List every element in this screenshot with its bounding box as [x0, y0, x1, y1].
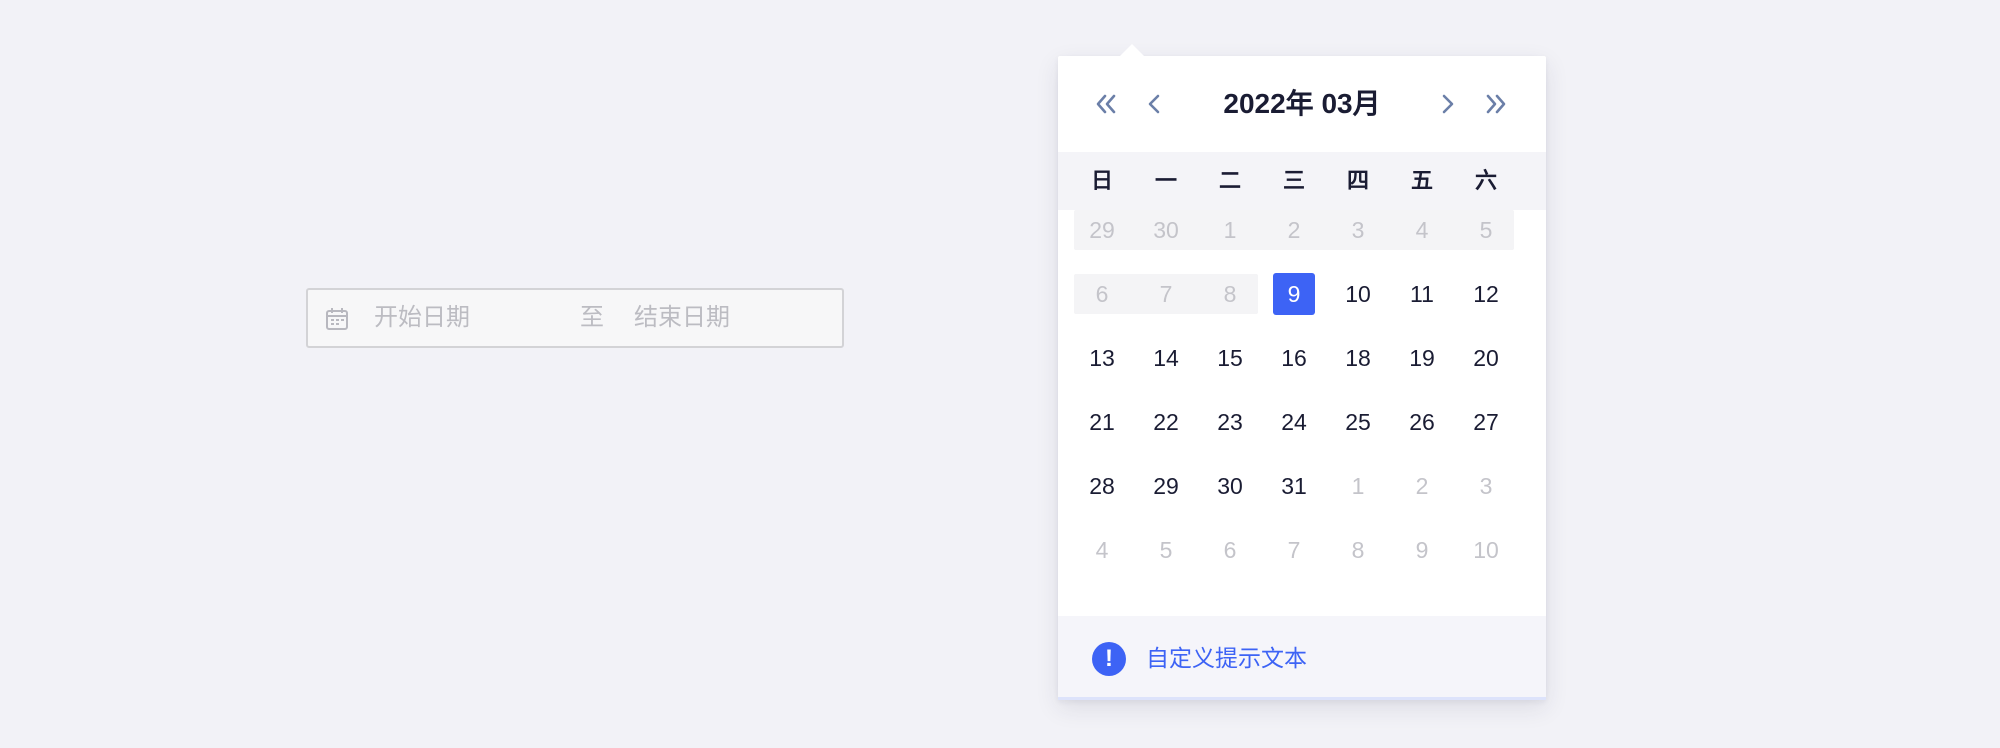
day-cell[interactable]: 28: [1081, 465, 1123, 507]
range-separator: 至: [580, 304, 604, 331]
day-cell[interactable]: 15: [1209, 337, 1251, 379]
weekday-label: 四: [1346, 168, 1369, 193]
calendar-icon: [324, 306, 350, 332]
day-cell: 4: [1095, 537, 1109, 563]
weekday-label: 六: [1474, 168, 1497, 193]
weekday-label: 一: [1154, 168, 1177, 193]
day-cell[interactable]: 18: [1337, 337, 1379, 379]
day-cell: 10: [1473, 537, 1499, 563]
double-chevron-right-icon[interactable]: [1478, 86, 1514, 122]
day-cell: 29: [1089, 217, 1115, 243]
footer-tip: 自定义提示文本: [1146, 645, 1307, 671]
date-range-input[interactable]: 开始日期 至 结束日期: [306, 288, 844, 348]
day-cell: 2: [1415, 473, 1429, 499]
calendar-title: 2022年 03月: [1223, 88, 1381, 119]
day-cell[interactable]: 29: [1145, 465, 1187, 507]
day-cell[interactable]: 16: [1273, 337, 1315, 379]
weekday-label: 日: [1090, 168, 1113, 193]
day-cell[interactable]: 30: [1209, 465, 1251, 507]
day-cell: 5: [1479, 217, 1493, 243]
day-cell[interactable]: 27: [1465, 401, 1507, 443]
day-cell: 3: [1479, 473, 1493, 499]
weekday-label: 二: [1218, 168, 1241, 193]
day-cell[interactable]: 23: [1209, 401, 1251, 443]
chevron-right-icon[interactable]: [1430, 86, 1466, 122]
day-cell[interactable]: 24: [1273, 401, 1315, 443]
day-cell[interactable]: 26: [1401, 401, 1443, 443]
day-cell-selected[interactable]: 9: [1273, 273, 1315, 315]
double-chevron-left-icon[interactable]: [1088, 86, 1124, 122]
day-cell: 7: [1287, 537, 1301, 563]
day-cell[interactable]: 14: [1145, 337, 1187, 379]
weekday-header-row: 日 一 二 三 四 五 六: [1058, 152, 1546, 210]
day-cell: 6: [1095, 281, 1109, 307]
day-cell[interactable]: 20: [1465, 337, 1507, 379]
day-cell: 9: [1415, 537, 1429, 563]
calendar-header: 2022年 03月: [1058, 56, 1546, 152]
day-cell[interactable]: 12: [1465, 273, 1507, 315]
day-cell: 1: [1223, 217, 1237, 243]
end-date-field[interactable]: 结束日期: [634, 290, 730, 346]
popup-arrow: [1120, 44, 1144, 56]
day-cell: 2: [1287, 217, 1301, 243]
day-cell: 6: [1223, 537, 1237, 563]
day-grid: 29 30 1 2 3 4 5 6 7 8 9 10 11 12 13 14 15 16 18 19 20 21 22 23 2…: [1058, 210, 1546, 670]
day-cell: 8: [1223, 281, 1237, 307]
day-cell[interactable]: 11: [1401, 273, 1443, 315]
day-cell[interactable]: 31: [1273, 465, 1315, 507]
day-cell[interactable]: 10: [1337, 273, 1379, 315]
day-cell: 8: [1351, 537, 1365, 563]
weekday-label: 三: [1282, 168, 1305, 193]
calendar-footer: ! 自定义提示文本: [1058, 616, 1546, 700]
day-cell: 3: [1351, 217, 1365, 243]
day-cell: 30: [1153, 217, 1179, 243]
alert-icon: !: [1092, 642, 1126, 676]
day-cell[interactable]: 22: [1145, 401, 1187, 443]
weekday-label: 五: [1410, 168, 1433, 193]
date-picker-popup: 2022年 03月 日 一 二 三 四 五 六 29 30 1 2 3 4 5 6 7 8 9 10 1…: [1058, 44, 1546, 700]
day-cell: 7: [1159, 281, 1173, 307]
day-cell: 5: [1159, 537, 1173, 563]
day-cell[interactable]: 19: [1401, 337, 1443, 379]
day-cell[interactable]: 21: [1081, 401, 1123, 443]
chevron-left-icon[interactable]: [1136, 86, 1172, 122]
day-cell: 4: [1415, 217, 1429, 243]
day-cell[interactable]: 13: [1081, 337, 1123, 379]
start-date-field[interactable]: 开始日期: [374, 290, 470, 346]
day-cell[interactable]: 25: [1337, 401, 1379, 443]
day-cell: 1: [1351, 473, 1365, 499]
